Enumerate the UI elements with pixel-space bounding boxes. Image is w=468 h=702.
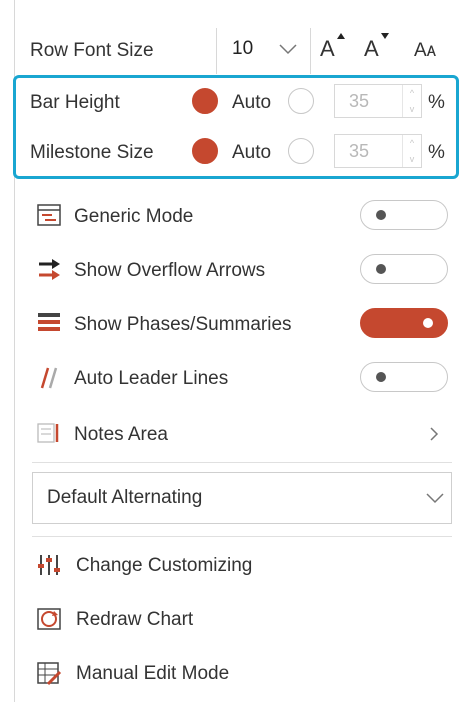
milestone-size-label: Milestone Size <box>30 142 154 163</box>
divider <box>32 536 452 537</box>
overflow-arrows-toggle[interactable] <box>360 254 448 284</box>
milestone-size-auto-radio[interactable] <box>192 138 218 164</box>
leader-lines-toggle[interactable] <box>360 362 448 392</box>
action-label: Change Customizing <box>76 555 253 576</box>
notes-area-icon <box>37 423 59 443</box>
change-case-icon[interactable]: Aᴀ <box>412 32 452 66</box>
leader-lines-icon <box>40 367 58 389</box>
divider <box>216 28 217 74</box>
row-font-size-select[interactable]: 10 <box>226 34 310 66</box>
notes-area-label: Notes Area <box>74 424 168 445</box>
manual-edit-icon <box>37 662 62 686</box>
chevron-down-icon <box>279 44 297 55</box>
divider <box>32 462 452 463</box>
redraw-chart-icon <box>37 608 61 630</box>
toggle-label: Show Phases/Summaries <box>74 314 292 335</box>
customizing-icon <box>38 555 60 575</box>
chevron-down-icon <box>426 493 444 504</box>
toggle-label: Auto Leader Lines <box>74 368 229 389</box>
phases-summaries-icon <box>38 313 60 331</box>
decrease-font-icon[interactable]: A <box>362 30 392 66</box>
row-font-size-value: 10 <box>232 38 254 59</box>
generic-mode-icon <box>37 204 61 226</box>
phases-summaries-toggle[interactable] <box>360 308 448 338</box>
milestone-size-auto-label: Auto <box>232 142 272 163</box>
redraw-chart-button[interactable]: Redraw Chart <box>32 600 452 640</box>
increase-font-icon[interactable]: A <box>318 30 348 66</box>
toggle-label: Show Overflow Arrows <box>74 260 266 281</box>
milestone-size-spinner[interactable]: ^ v <box>402 135 421 167</box>
divider <box>310 28 311 74</box>
toggle-label: Generic Mode <box>74 206 194 227</box>
milestone-size-unit: % <box>428 142 445 163</box>
milestone-size-input[interactable]: 35 ^ v <box>334 134 422 168</box>
alternating-dropdown[interactable]: Default Alternating <box>32 472 452 524</box>
row-font-size-label: Row Font Size <box>30 40 154 61</box>
bar-height-auto-radio[interactable] <box>192 88 218 114</box>
bar-height-input[interactable]: 35 ^ v <box>334 84 422 118</box>
milestone-size-custom-radio[interactable] <box>288 138 314 164</box>
notes-area-row[interactable]: Notes Area <box>32 414 452 454</box>
change-customizing-button[interactable]: Change Customizing <box>32 546 452 586</box>
manual-edit-mode-button[interactable]: Manual Edit Mode <box>32 654 452 694</box>
bar-height-custom-radio[interactable] <box>288 88 314 114</box>
overflow-arrows-icon <box>39 259 60 280</box>
bar-height-auto-label: Auto <box>232 92 272 113</box>
action-label: Redraw Chart <box>76 609 194 630</box>
bar-height-unit: % <box>428 92 445 113</box>
bar-height-spinner[interactable]: ^ v <box>402 85 421 117</box>
dropdown-value: Default Alternating <box>47 487 203 508</box>
bar-height-label: Bar Height <box>30 92 120 113</box>
action-label: Manual Edit Mode <box>76 663 230 684</box>
generic-mode-toggle[interactable] <box>360 200 448 230</box>
chevron-right-icon <box>430 427 439 441</box>
